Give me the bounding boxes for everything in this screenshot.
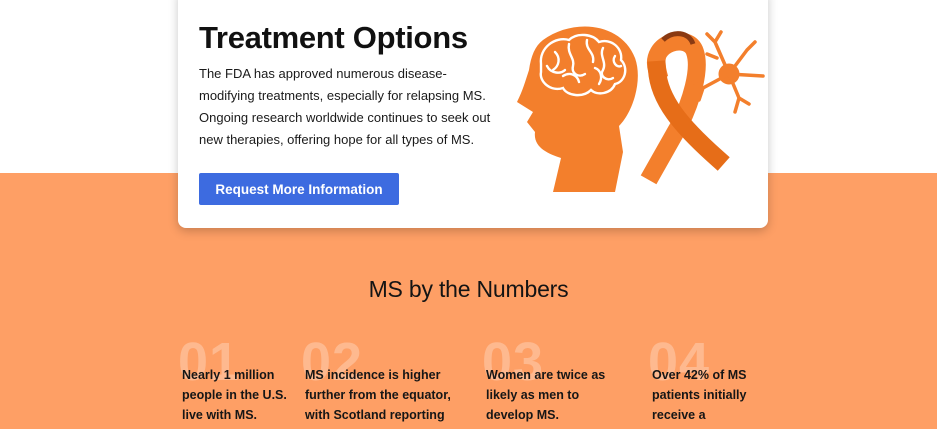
treatment-card: Treatment Options The FDA has approved n… — [178, 0, 768, 228]
stat-item-4: 04 Over 42% of MS patients initially rec… — [648, 335, 808, 429]
stat-text: Over 42% of MS patients initially receiv… — [652, 368, 747, 422]
stat-text: Women are twice as likely as men to deve… — [486, 368, 606, 422]
stat-text: MS incidence is higher further from the … — [305, 368, 451, 429]
stat-text: Nearly 1 million people in the U.S. live… — [182, 368, 287, 422]
request-more-information-button[interactable]: Request More Information — [199, 173, 399, 205]
stat-item-2: 02 MS incidence is higher further from t… — [301, 335, 461, 429]
brain-ribbon-neuron-icon — [517, 26, 765, 192]
treatment-description: The FDA has approved numerous disease-mo… — [199, 66, 491, 147]
stat-item-3: 03 Women are twice as likely as men to d… — [482, 335, 642, 429]
treatment-title: Treatment Options — [199, 20, 468, 55]
numbers-section-title: MS by the Numbers — [368, 276, 569, 302]
